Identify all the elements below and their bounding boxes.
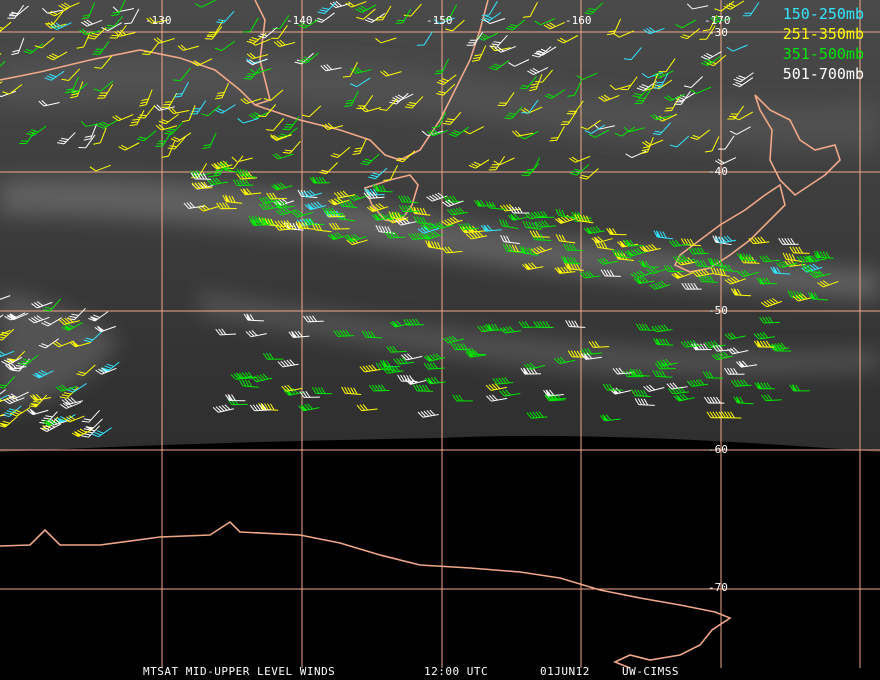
latitude-label: -60 bbox=[708, 443, 728, 456]
longitude-label: -130 bbox=[145, 14, 172, 27]
pressure-legend: 150-250mb 251-350mb 351-500mb 501-700mb bbox=[783, 4, 864, 84]
legend-item-351-500: 351-500mb bbox=[782, 45, 864, 63]
latitude-label: -50 bbox=[708, 304, 728, 317]
legend-item-251-350: 251-350mb bbox=[782, 25, 864, 43]
source-label: UW-CIMSS bbox=[622, 665, 679, 678]
legend-item-501-700: 501-700mb bbox=[782, 65, 864, 83]
satellite-map: -130 -140 -150 -160 -170 -30 -40 -50 -60… bbox=[0, 0, 880, 680]
longitude-label: -140 bbox=[286, 14, 313, 27]
legend-item-150-250: 150-250mb bbox=[782, 5, 864, 23]
map-canvas bbox=[0, 0, 880, 680]
date-stamp: 01JUN12 bbox=[540, 665, 590, 678]
latitude-label: -30 bbox=[708, 26, 728, 39]
longitude-label: -160 bbox=[565, 14, 592, 27]
latitude-label: -70 bbox=[708, 581, 728, 594]
product-name: MTSAT MID-UPPER LEVEL WINDS bbox=[143, 665, 336, 678]
time-stamp: 12:00 UTC bbox=[424, 665, 489, 678]
latitude-label: -40 bbox=[708, 165, 728, 178]
longitude-label: -150 bbox=[426, 14, 453, 27]
